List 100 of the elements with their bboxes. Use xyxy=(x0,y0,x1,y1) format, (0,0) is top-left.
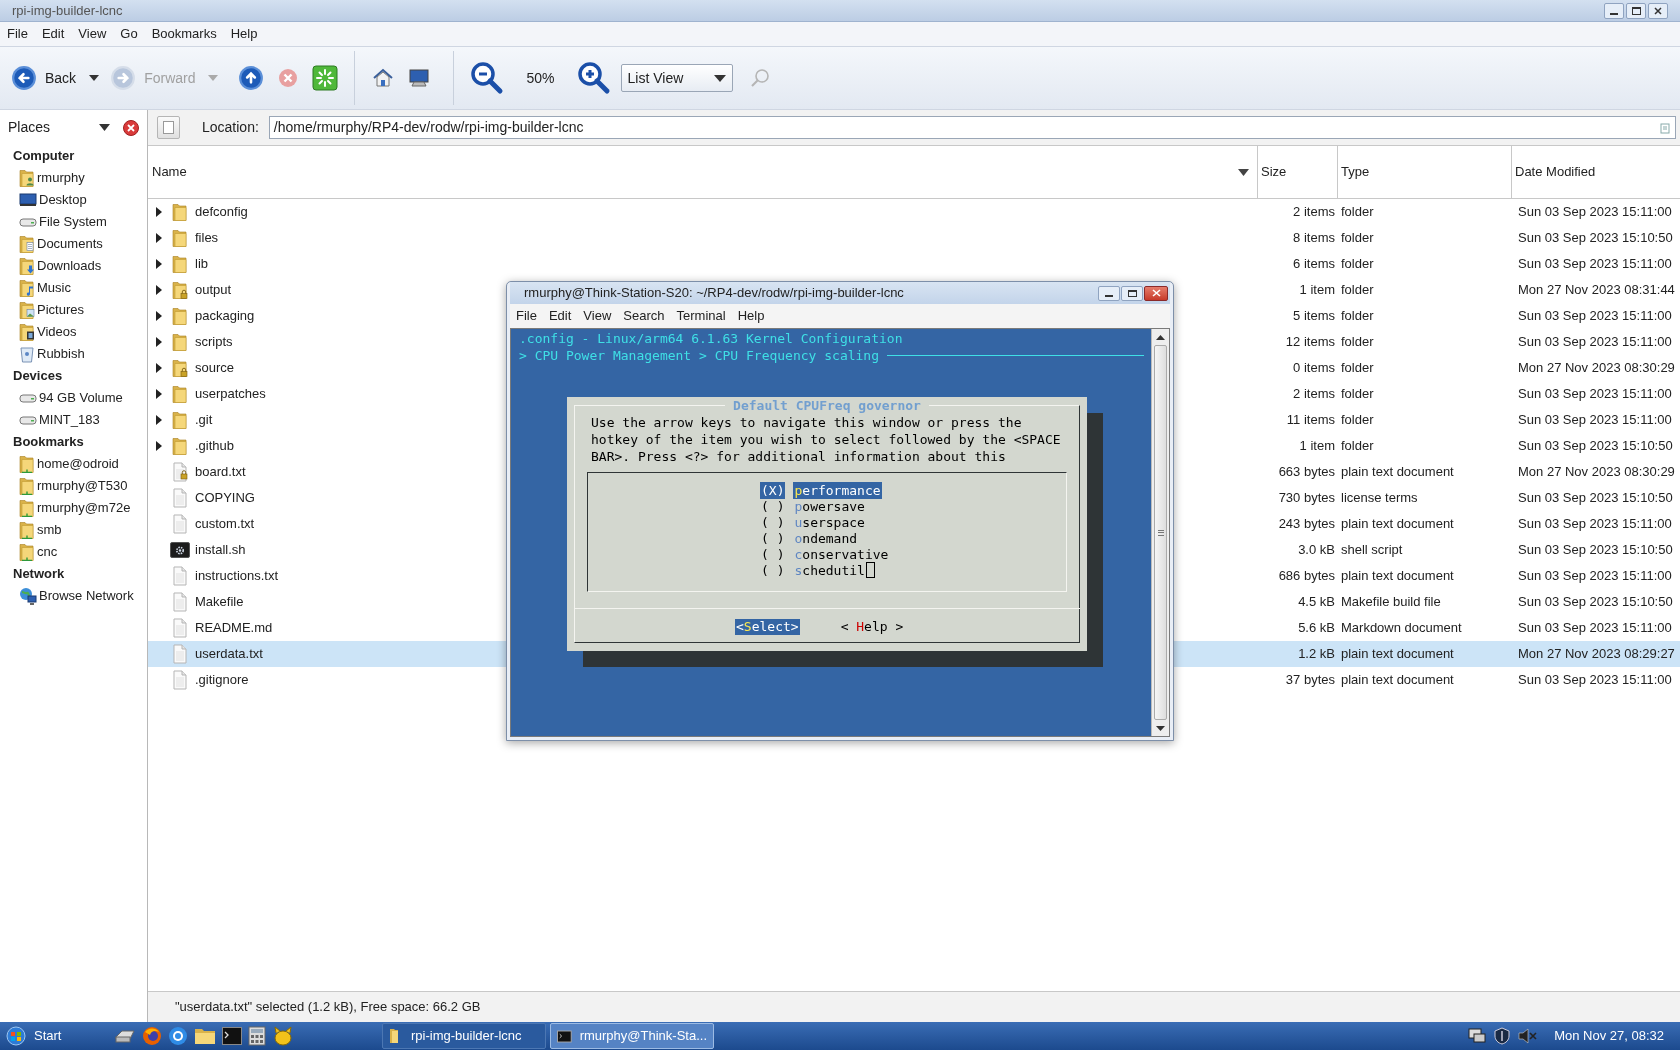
file-name[interactable]: .git xyxy=(195,410,213,430)
close-button[interactable] xyxy=(1648,2,1668,19)
sidebar-item[interactable]: Videos xyxy=(37,322,77,342)
menu-item[interactable]: Edit xyxy=(41,24,65,44)
file-name[interactable]: .gitignore xyxy=(195,670,249,690)
calculator-icon[interactable] xyxy=(248,1026,266,1046)
app-icon[interactable] xyxy=(272,1026,294,1046)
menu-item[interactable]: File xyxy=(7,24,28,44)
expand-arrow-icon[interactable] xyxy=(155,337,163,347)
file-name[interactable]: README.md xyxy=(195,618,273,638)
radio-marker[interactable]: ( ) xyxy=(760,561,786,579)
menu-item[interactable]: Search xyxy=(623,306,665,326)
file-name[interactable]: scripts xyxy=(195,332,233,352)
scroll-up-arrow-icon[interactable] xyxy=(1156,334,1165,340)
sidebar-item[interactable]: Documents xyxy=(37,234,103,254)
close-button[interactable] xyxy=(1144,285,1168,301)
sidebar-item[interactable]: Pictures xyxy=(37,300,84,320)
sidebar-item[interactable]: cnc xyxy=(37,542,58,562)
expand-arrow-icon[interactable] xyxy=(155,233,163,243)
maximize-button[interactable] xyxy=(1121,285,1143,301)
sidebar-item[interactable]: rmurphy xyxy=(37,168,85,188)
network-icon[interactable] xyxy=(1468,1028,1487,1044)
option-label[interactable]: conservative xyxy=(793,545,890,563)
file-name[interactable]: install.sh xyxy=(195,540,246,560)
minimize-button[interactable] xyxy=(1098,285,1120,301)
sidebar-item[interactable]: rmurphy@m72e xyxy=(37,498,131,518)
column-header[interactable]: Date Modified xyxy=(1515,162,1596,182)
option-label[interactable]: userspace xyxy=(793,513,866,531)
column-header[interactable]: Type xyxy=(1341,162,1370,182)
file-name[interactable]: .github xyxy=(195,436,235,456)
file-name[interactable]: defconfig xyxy=(195,202,248,222)
toggle-button[interactable] xyxy=(157,116,180,139)
sidebar-item[interactable]: rmurphy@T530 xyxy=(37,476,128,496)
radio-marker[interactable]: ( ) xyxy=(760,497,786,515)
sidebar-item[interactable]: MINT_183 xyxy=(39,410,100,430)
file-name[interactable]: COPYING xyxy=(195,488,255,508)
menu-item[interactable]: View xyxy=(583,306,612,326)
expand-arrow-icon[interactable] xyxy=(155,441,163,451)
radio-marker[interactable]: ( ) xyxy=(760,529,786,547)
sidebar-item[interactable]: Rubbish xyxy=(37,344,85,364)
file-name[interactable]: packaging xyxy=(195,306,255,326)
menu-item[interactable]: Terminal xyxy=(676,306,726,326)
globe-icon[interactable] xyxy=(168,1026,188,1046)
minimize-button[interactable] xyxy=(1604,2,1624,19)
expand-arrow-icon[interactable] xyxy=(155,259,163,269)
file-name[interactable]: instructions.txt xyxy=(195,566,279,586)
expand-arrow-icon[interactable] xyxy=(155,207,163,217)
start-button[interactable]: Start xyxy=(0,1022,100,1050)
radio-marker[interactable]: (X) xyxy=(760,481,786,499)
menu-item[interactable]: View xyxy=(78,24,107,44)
sidebar-item[interactable]: Downloads xyxy=(37,256,102,276)
scrollbar[interactable] xyxy=(1151,329,1169,736)
sidebar-item[interactable]: home@odroid xyxy=(37,454,119,474)
menu-item[interactable]: Go xyxy=(120,24,138,44)
dialog-button[interactable]: < Help > xyxy=(839,619,905,635)
menu-item[interactable]: Help xyxy=(737,306,765,326)
menu-item[interactable]: Bookmarks xyxy=(151,24,217,44)
option-label[interactable]: performance xyxy=(793,481,882,499)
file-name[interactable]: custom.txt xyxy=(195,514,255,534)
sidebar-item[interactable]: Music xyxy=(37,278,71,298)
option-label[interactable]: powersave xyxy=(793,497,866,515)
column-header[interactable]: Size xyxy=(1261,162,1287,182)
file-name[interactable]: board.txt xyxy=(195,462,246,482)
drive-icon[interactable] xyxy=(114,1027,136,1045)
radio-marker[interactable]: ( ) xyxy=(760,545,786,563)
expand-arrow-icon[interactable] xyxy=(155,363,163,373)
terminal-icon[interactable] xyxy=(222,1027,242,1045)
menu-item[interactable]: File xyxy=(516,306,537,326)
file-name[interactable]: files xyxy=(195,228,219,248)
sidebar-item[interactable]: File System xyxy=(39,212,107,232)
location-field[interactable]: /home/rmurphy/RP4-dev/rodw/rpi-img-builder-lcnc xyxy=(268,116,1676,139)
file-name[interactable]: userdata.txt xyxy=(195,644,263,664)
column-header[interactable]: Name xyxy=(152,162,1238,182)
file-name[interactable]: lib xyxy=(195,254,208,274)
menu-item[interactable]: Edit xyxy=(548,306,572,326)
browser-icon[interactable] xyxy=(142,1026,162,1046)
option-label[interactable]: schedutil xyxy=(793,561,866,579)
muted-speaker-icon[interactable] xyxy=(1518,1028,1539,1044)
shield-icon[interactable] xyxy=(1494,1027,1511,1045)
taskbar-button[interactable]: rmurphy@Think-Sta... xyxy=(550,1023,714,1049)
file-name[interactable]: output xyxy=(195,280,232,300)
maximize-button[interactable] xyxy=(1626,2,1646,19)
expand-arrow-icon[interactable] xyxy=(155,311,163,321)
sidebar-item[interactable]: Desktop xyxy=(39,190,87,210)
file-name[interactable]: Makefile xyxy=(195,592,244,612)
expand-arrow-icon[interactable] xyxy=(155,285,163,295)
taskbar-button[interactable]: rpi-img-builder-lcnc xyxy=(382,1023,546,1049)
file-name[interactable]: userpatches xyxy=(195,384,266,404)
sidebar-item[interactable]: smb xyxy=(37,520,62,540)
scroll-down-arrow-icon[interactable] xyxy=(1156,725,1165,731)
view-dropdown[interactable]: List View xyxy=(620,64,733,92)
close-button[interactable] xyxy=(123,119,139,136)
option-label[interactable]: ondemand xyxy=(793,529,859,547)
sidebar-item[interactable]: Browse Network xyxy=(39,586,134,606)
back-button[interactable]: Back xyxy=(10,61,78,95)
reload-button[interactable] xyxy=(310,63,341,93)
sidebar-item[interactable]: 94 GB Volume xyxy=(39,388,123,408)
expand-arrow-icon[interactable] xyxy=(155,389,163,399)
dialog-button[interactable]: <Select> xyxy=(735,619,800,635)
expand-arrow-icon[interactable] xyxy=(155,415,163,425)
